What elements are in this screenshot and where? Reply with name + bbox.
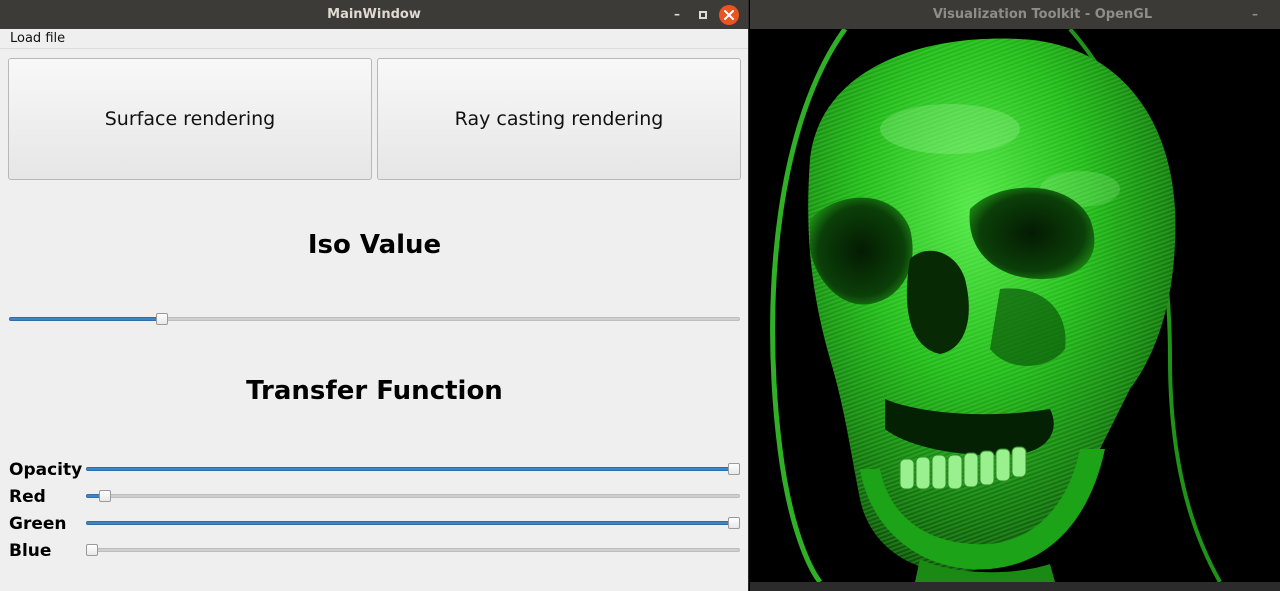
skull-volume-render: [750, 29, 1280, 582]
blue-label: Blue: [9, 541, 52, 561]
red-label: Red: [9, 487, 46, 507]
opacity-label: Opacity: [9, 460, 83, 480]
slider-handle[interactable]: [728, 517, 740, 529]
menu-load-file[interactable]: Load file: [4, 29, 71, 49]
red-slider[interactable]: [86, 488, 740, 504]
vtk-bottom-strip: [750, 582, 1280, 591]
opacity-slider[interactable]: [86, 461, 740, 477]
slider-groove: [86, 548, 740, 552]
vtk-window-title: Visualization Toolkit - OpenGL: [932, 7, 1153, 22]
vtk-minimize-button[interactable]: –: [1252, 0, 1258, 29]
ray-casting-rendering-button[interactable]: Ray casting rendering: [377, 58, 741, 180]
render-viewport[interactable]: [750, 29, 1280, 582]
slider-handle[interactable]: [156, 313, 169, 325]
minimize-icon: –: [674, 7, 680, 21]
main-window-title: MainWindow: [327, 7, 421, 22]
surface-rendering-button[interactable]: Surface rendering: [8, 58, 372, 180]
slider-fill: [86, 521, 734, 525]
maximize-icon: [699, 10, 707, 19]
blue-slider[interactable]: [86, 542, 740, 558]
slider-handle[interactable]: [86, 544, 98, 556]
close-icon: [724, 10, 734, 20]
slider-handle[interactable]: [728, 463, 740, 475]
main-window: MainWindow – Load file Surface rendering…: [0, 0, 749, 591]
slider-fill: [9, 317, 163, 321]
slider-groove: [86, 494, 740, 498]
maximize-button[interactable]: [694, 0, 712, 29]
minimize-button[interactable]: –: [668, 0, 686, 29]
slider-handle[interactable]: [98, 490, 111, 502]
iso-value-slider[interactable]: [9, 311, 740, 327]
green-slider[interactable]: [86, 515, 740, 531]
slider-fill: [86, 467, 734, 471]
transfer-function-heading: Transfer Function: [246, 376, 503, 406]
iso-value-heading: Iso Value: [307, 230, 442, 260]
green-label: Green: [9, 514, 67, 534]
vtk-window: Visualization Toolkit - OpenGL –: [750, 0, 1280, 591]
menu-bar: Load file: [0, 29, 748, 49]
close-button[interactable]: [719, 5, 739, 25]
vtk-window-titlebar[interactable]: Visualization Toolkit - OpenGL –: [750, 0, 1280, 29]
main-window-titlebar[interactable]: MainWindow –: [0, 0, 748, 29]
